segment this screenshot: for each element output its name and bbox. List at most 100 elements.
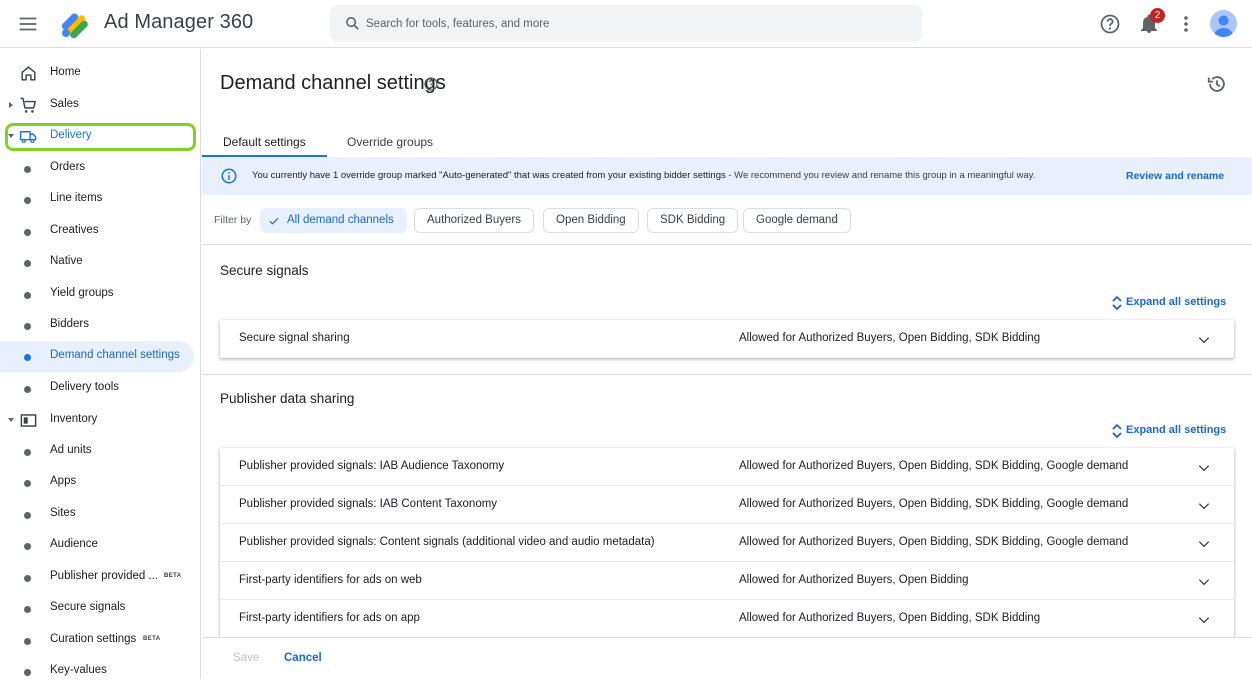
- avatar[interactable]: [1210, 10, 1237, 37]
- chevron-down-icon[interactable]: [1196, 460, 1212, 476]
- cancel-button[interactable]: Cancel: [284, 652, 322, 664]
- info-message-text: You currently have 1 override group mark…: [252, 170, 726, 181]
- expand-all-settings-button[interactable]: Expand all settings: [1112, 423, 1227, 439]
- setting-row[interactable]: First-party identifiers for ads on app A…: [220, 600, 1234, 638]
- info-message: You currently have 1 override group mark…: [252, 170, 1035, 181]
- sidebar-item-delivery-tools[interactable]: Delivery tools: [0, 373, 200, 404]
- filter-label: Filter by: [214, 214, 252, 226]
- search-icon: [346, 17, 359, 30]
- sidebar-item-secure-signals[interactable]: Secure signals: [0, 593, 200, 624]
- filter-bar: Filter by All demand channels Authorized…: [202, 195, 1252, 245]
- menu-icon[interactable]: [17, 13, 39, 35]
- help-icon[interactable]: [423, 76, 439, 92]
- save-button[interactable]: Save: [233, 652, 259, 664]
- sidebar-item-sales[interactable]: Sales: [0, 90, 200, 121]
- bullet: [24, 292, 31, 299]
- search-input[interactable]: [366, 5, 906, 42]
- sidebar-item-line-items[interactable]: Line items: [0, 184, 200, 215]
- sidebar-item-audience[interactable]: Audience: [0, 530, 200, 561]
- review-and-rename-button[interactable]: Review and rename: [1126, 170, 1224, 182]
- sidebar-item-apps[interactable]: Apps: [0, 467, 200, 498]
- chevron-down-icon[interactable]: [1196, 332, 1212, 348]
- search-bar[interactable]: [330, 5, 922, 42]
- setting-row[interactable]: Publisher provided signals: Content sign…: [220, 524, 1234, 562]
- home-icon: [21, 66, 36, 81]
- sidebar-item-publisher-provided[interactable]: Publisher provided ... BETA: [0, 562, 200, 593]
- expand-all-label: Expand all settings: [1126, 296, 1227, 308]
- bullet: [24, 606, 31, 613]
- info-banner: You currently have 1 override group mark…: [202, 157, 1252, 195]
- help-icon[interactable]: [1098, 12, 1122, 36]
- sidebar-item-yield-groups[interactable]: Yield groups: [0, 279, 200, 310]
- chip-label: All demand channels: [287, 214, 394, 226]
- cart-icon: [20, 97, 36, 113]
- bullet: [24, 229, 31, 236]
- bullet: [24, 260, 31, 267]
- sidebar-item-delivery[interactable]: Delivery: [0, 121, 200, 152]
- setting-name: Secure signal sharing: [239, 332, 350, 344]
- inventory-icon: [20, 414, 37, 427]
- check-icon: [269, 217, 279, 225]
- page-title: Demand channel settings: [220, 72, 446, 94]
- app-title: Ad Manager 360: [104, 11, 254, 33]
- expand-all-label: Expand all settings: [1126, 424, 1227, 436]
- more-vert-icon[interactable]: [1174, 12, 1198, 36]
- chip-sdk-bidding[interactable]: SDK Bidding: [647, 208, 739, 233]
- sidebar-item-sites[interactable]: Sites: [0, 499, 200, 530]
- sidebar-item-curation-settings[interactable]: Curation settings BETA: [0, 625, 200, 656]
- caret-right-icon: [9, 102, 13, 108]
- settings-card-secure-signals: Secure signal sharing Allowed for Author…: [220, 320, 1234, 358]
- unfold-more-icon: [1112, 295, 1122, 311]
- setting-row[interactable]: First-party identifiers for ads on web A…: [220, 562, 1234, 600]
- setting-name: First-party identifiers for ads on web: [239, 574, 422, 586]
- tab-default-settings[interactable]: Default settings: [223, 135, 306, 149]
- setting-value: Allowed for Authorized Buyers, Open Bidd…: [739, 536, 1129, 548]
- chip-all-demand-channels[interactable]: All demand channels: [260, 208, 407, 233]
- bullet: [24, 543, 31, 550]
- sidebar-item-orders[interactable]: Orders: [0, 153, 200, 184]
- info-icon: [221, 168, 237, 184]
- bullet: [24, 449, 31, 456]
- sidebar-item-ad-units[interactable]: Ad units: [0, 436, 200, 467]
- expand-all-settings-button[interactable]: Expand all settings: [1112, 295, 1227, 311]
- setting-value: Allowed for Authorized Buyers, Open Bidd…: [739, 612, 1041, 624]
- chip-authorized-buyers[interactable]: Authorized Buyers: [414, 208, 534, 233]
- section-title-secure-signals: Secure signals: [220, 263, 309, 278]
- bullet: [24, 166, 31, 173]
- bullet: [24, 480, 31, 487]
- setting-row[interactable]: Publisher provided signals: IAB Content …: [220, 486, 1234, 524]
- chip-open-bidding[interactable]: Open Bidding: [543, 208, 639, 233]
- bullet: [24, 669, 31, 676]
- sidebar-item-inventory[interactable]: Inventory: [0, 405, 200, 436]
- setting-value: Allowed for Authorized Buyers, Open Bidd…: [739, 332, 1041, 344]
- chevron-down-icon[interactable]: [1196, 574, 1212, 590]
- history-icon[interactable]: [1206, 73, 1228, 95]
- caret-down-icon: [8, 134, 14, 138]
- setting-value: Allowed for Authorized Buyers, Open Bidd…: [739, 498, 1129, 510]
- action-footer: Save Cancel: [202, 637, 1252, 679]
- chevron-down-icon[interactable]: [1196, 612, 1212, 628]
- setting-row[interactable]: Publisher provided signals: IAB Audience…: [220, 448, 1234, 486]
- setting-name: Publisher provided signals: IAB Audience…: [239, 460, 505, 472]
- sidebar-item-demand-channel-settings[interactable]: Demand channel settings: [0, 341, 194, 372]
- sidebar-item-bidders[interactable]: Bidders: [0, 310, 200, 341]
- setting-name: First-party identifiers for ads on app: [239, 612, 420, 624]
- bullet: [24, 354, 31, 361]
- sidebar-item-home[interactable]: Home: [0, 58, 200, 89]
- sidebar-item-native[interactable]: Native: [0, 247, 200, 278]
- truck-icon: [19, 131, 37, 143]
- setting-row[interactable]: Secure signal sharing Allowed for Author…: [220, 320, 1234, 358]
- bullet: [24, 197, 31, 204]
- setting-name: Publisher provided signals: IAB Content …: [239, 498, 498, 510]
- setting-name: Publisher provided signals: Content sign…: [239, 536, 655, 548]
- chip-google-demand[interactable]: Google demand: [743, 208, 851, 233]
- bullet: [24, 386, 31, 393]
- bullet: [24, 575, 31, 582]
- unfold-more-icon: [1112, 423, 1122, 439]
- chevron-down-icon[interactable]: [1196, 498, 1212, 514]
- tab-override-groups[interactable]: Override groups: [347, 135, 433, 149]
- settings-card-publisher-data-sharing: Publisher provided signals: IAB Audience…: [220, 448, 1234, 638]
- sidebar-item-key-values[interactable]: Key-values: [0, 656, 200, 687]
- chevron-down-icon[interactable]: [1196, 536, 1212, 552]
- sidebar-item-creatives[interactable]: Creatives: [0, 216, 200, 247]
